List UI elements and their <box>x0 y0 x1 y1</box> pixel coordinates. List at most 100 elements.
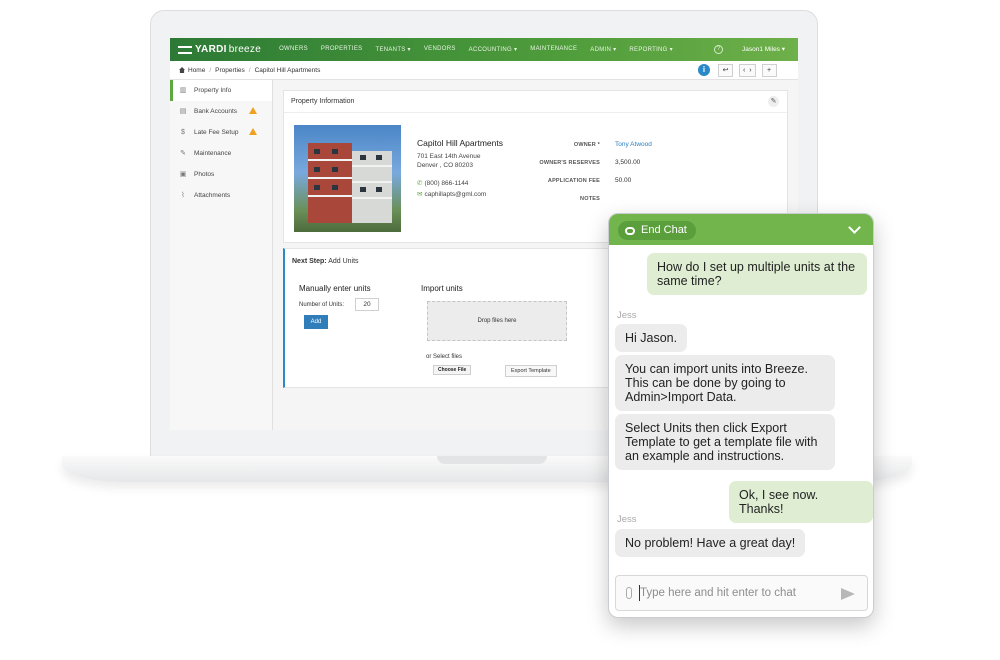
nav-accounting[interactable]: ACCOUNTING ▾ <box>469 46 518 53</box>
owners-reserves-label: OWNER'S RESERVES <box>539 160 600 166</box>
building-shape <box>308 143 352 223</box>
edit-pencil-icon[interactable]: ✎ <box>768 96 779 107</box>
window <box>376 155 382 160</box>
phone-number[interactable]: (800) 866-1144 <box>424 180 468 187</box>
end-chat-button[interactable]: End Chat <box>618 221 696 240</box>
marketing-scene: YARDI breeze OWNERS PROPERTIES TENANTS ▾… <box>0 0 1000 660</box>
building-icon: ▥ <box>179 86 187 94</box>
email-address[interactable]: caphillapts@gml.com <box>424 191 486 198</box>
sidebar-item-late-fee-setup[interactable]: $ Late Fee Setup <box>170 122 272 143</box>
phone-row: ✆ (800) 866-1144 <box>417 179 468 187</box>
chat-message-user: Ok, I see now. Thanks! <box>729 481 873 523</box>
back-button[interactable]: ↩ <box>718 64 733 77</box>
next-icon[interactable]: › <box>749 67 751 74</box>
agent-name: Jess <box>617 310 637 321</box>
warning-icon <box>249 107 257 114</box>
chat-header: End Chat <box>609 214 873 245</box>
breadcrumb-home[interactable]: Home <box>188 67 205 74</box>
window <box>314 167 320 172</box>
application-fee-value: 50.00 <box>615 177 632 184</box>
nav-reporting[interactable]: REPORTING ▾ <box>629 46 673 53</box>
number-of-units-input[interactable]: 20 <box>355 298 379 311</box>
info-icon[interactable]: i <box>698 64 710 76</box>
breadcrumb-current: Capitol Hill Apartments <box>254 66 321 74</box>
sidebar-item-label: Property Info <box>194 87 232 94</box>
user-menu[interactable]: Jason1 Miles ▾ <box>742 45 785 53</box>
nav-properties[interactable]: PROPERTIES <box>321 46 363 53</box>
send-icon[interactable] <box>841 588 855 600</box>
email-icon: ✉ <box>417 191 423 198</box>
owners-reserves-value: 3,500.00 <box>615 159 641 166</box>
window <box>332 185 338 190</box>
chevron-down-icon[interactable] <box>848 221 861 234</box>
add-units-button[interactable]: Add <box>304 315 328 329</box>
owner-label: OWNER * <box>573 142 600 148</box>
chat-message-agent: No problem! Have a great day! <box>615 529 806 557</box>
laptop-notch <box>437 456 547 464</box>
nav-tenants[interactable]: TENANTS ▾ <box>375 46 410 53</box>
nav-maintenance[interactable]: MAINTENANCE <box>530 46 577 53</box>
sidebar-item-attachments[interactable]: ⌇ Attachments <box>170 185 272 206</box>
export-template-button[interactable]: Export Template <box>505 365 557 377</box>
window <box>360 187 366 192</box>
sidebar-item-label: Late Fee Setup <box>194 129 239 136</box>
sidebar: ▥ Property Info ▤ Bank Accounts $ Late F… <box>170 80 273 430</box>
chat-bubble-icon <box>625 226 635 235</box>
balcony-rail <box>308 177 352 179</box>
logo-breeze-text: breeze <box>228 44 262 55</box>
next-step-prefix: Next Step: <box>292 258 327 265</box>
chat-message-agent: You can import units into Breeze. This c… <box>615 355 835 411</box>
sidebar-item-label: Bank Accounts <box>194 108 237 115</box>
nav-admin[interactable]: ADMIN ▾ <box>590 46 616 53</box>
end-chat-label: End Chat <box>641 224 687 236</box>
sidebar-item-photos[interactable]: ▣ Photos <box>170 164 272 185</box>
window <box>332 167 338 172</box>
paperclip-icon[interactable] <box>626 587 632 599</box>
chat-widget: End Chat How do I set up multiple units … <box>608 213 874 618</box>
balcony-rail <box>308 159 352 161</box>
choose-file-button[interactable]: Choose File <box>433 365 472 375</box>
nav-vendors[interactable]: VENDORS <box>424 46 456 53</box>
chat-message-agent: Select Units then click Export Template … <box>615 414 835 470</box>
breeze-logo-icon <box>178 45 192 54</box>
chat-input[interactable]: Type here and hit enter to chat <box>615 575 868 611</box>
window <box>332 149 338 154</box>
next-step-name: Add Units <box>328 258 359 265</box>
prev-icon[interactable]: ‹ <box>743 67 745 74</box>
breadcrumb-separator: / <box>209 66 212 74</box>
prev-next-button[interactable]: ‹ › <box>739 64 756 77</box>
sidebar-item-maintenance[interactable]: ✎ Maintenance <box>170 143 272 164</box>
file-drop-zone[interactable]: Drop files here <box>427 301 567 341</box>
wrench-icon: ✎ <box>180 149 186 157</box>
window <box>360 155 366 160</box>
add-button[interactable]: + <box>761 64 777 77</box>
sidebar-item-label: Photos <box>194 171 215 178</box>
sidebar-item-bank-accounts[interactable]: ▤ Bank Accounts <box>170 101 272 122</box>
phone-icon: ✆ <box>417 180 423 187</box>
breadcrumb: Home / Properties / Capitol Hill Apartme… <box>179 67 320 74</box>
property-photo[interactable] <box>294 125 401 232</box>
image-icon: ▣ <box>179 170 187 178</box>
breadcrumb-separator: / <box>248 66 251 74</box>
bank-icon: ▤ <box>179 107 187 115</box>
help-icon[interactable]: ? <box>714 45 723 54</box>
warning-icon <box>249 128 257 135</box>
nav-owners[interactable]: OWNERS <box>279 46 308 53</box>
chat-input-placeholder: Type here and hit enter to chat <box>640 587 796 599</box>
breadcrumb-properties[interactable]: Properties <box>215 67 245 74</box>
agent-name: Jess <box>617 514 637 525</box>
owner-value[interactable]: Tony Atwood <box>615 141 652 148</box>
balcony-rail <box>352 165 392 167</box>
balcony-rail <box>308 195 352 197</box>
email-row: ✉ caphillapts@gml.com <box>417 190 486 198</box>
breadcrumb-tools: i ↩ ‹ › + <box>698 64 783 77</box>
logo-yardi-text: YARDI <box>195 44 227 55</box>
sidebar-item-property-info[interactable]: ▥ Property Info <box>170 80 272 101</box>
yardi-breeze-logo[interactable]: YARDI breeze <box>178 44 261 55</box>
balcony-rail <box>352 197 392 199</box>
chat-message-agent: Hi Jason. <box>615 324 688 352</box>
property-name: Capitol Hill Apartments <box>417 138 503 148</box>
home-icon[interactable] <box>179 67 185 73</box>
or-select-files-label: or Select files <box>426 354 463 360</box>
nav-menu: OWNERS PROPERTIES TENANTS ▾ VENDORS ACCO… <box>279 46 686 53</box>
